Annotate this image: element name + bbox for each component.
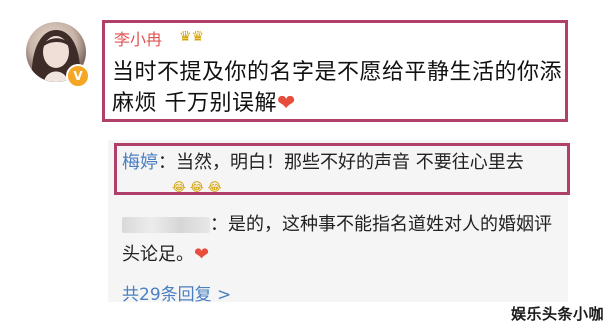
post-username[interactable]: 李小冉 <box>114 26 162 50</box>
laughing-emoji-icon: 😂 😂 😂 <box>172 180 222 194</box>
post-body: 当时不提及你的名字是不愿给平静生活的你添麻烦 千万别误解 <box>112 60 563 116</box>
reply-author[interactable]: 梅婷 <box>122 152 158 173</box>
reply-separator: ： <box>210 214 228 235</box>
verified-badge-icon: V <box>66 64 90 88</box>
reply-separator: ： <box>158 152 176 173</box>
reply-text: 当然，明白！那些不好的声音 不要往心里去 <box>176 152 524 173</box>
crown-icon: ♛♛ <box>179 29 205 45</box>
blurred-author-name <box>122 217 210 233</box>
watermark: 娱乐头条小咖 <box>510 305 604 323</box>
heart-icon: ❤ <box>194 244 210 265</box>
highlighted-post: 李小冉 ♛♛ 当时不提及你的名字是不愿给平静生活的你添麻烦 千万别误解❤ <box>102 20 568 122</box>
more-replies-link[interactable]: 共29条回复 > <box>122 280 231 305</box>
heart-icon: ❤ <box>277 91 296 116</box>
post-text: 当时不提及你的名字是不愿给平静生活的你添麻烦 千万别误解❤ <box>112 57 564 119</box>
reply-item: ：是的，这种事不能指名道姓对人的婚姻评头论足。❤ <box>122 210 552 270</box>
